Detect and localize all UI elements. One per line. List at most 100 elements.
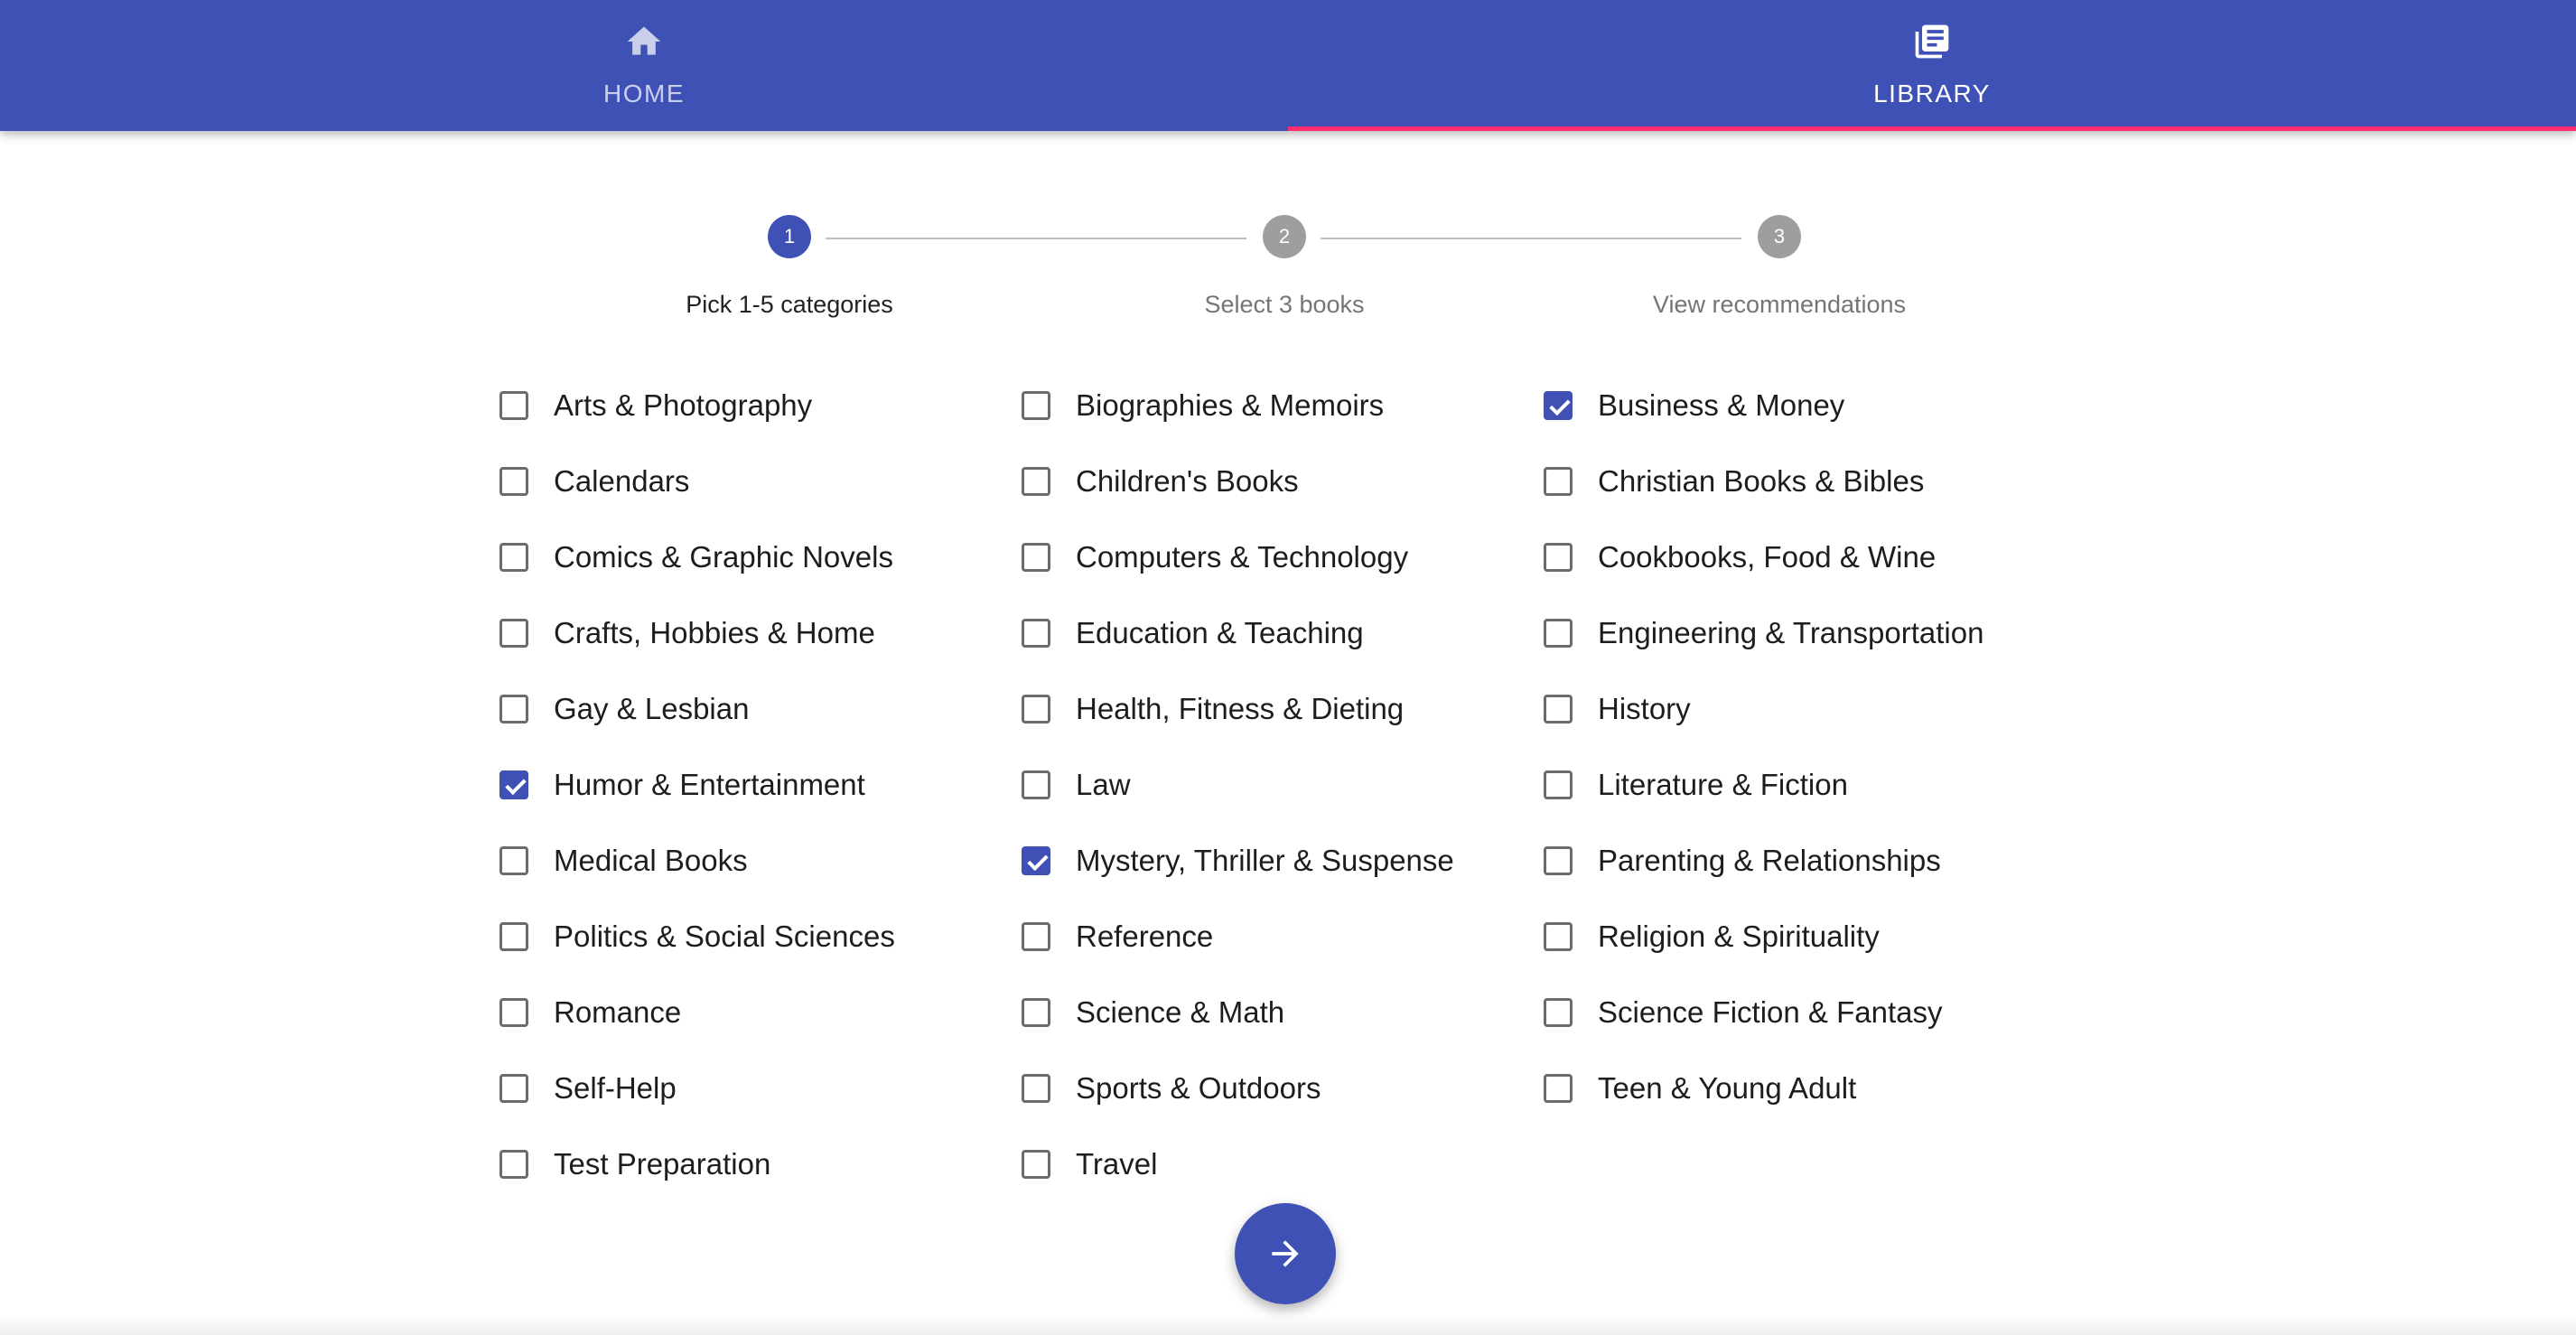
checkbox-unchecked-icon[interactable]: [499, 619, 528, 648]
category-checkbox[interactable]: Medical Books: [499, 834, 748, 888]
checkbox-unchecked-icon[interactable]: [1544, 1074, 1573, 1103]
category-checkbox[interactable]: Christian Books & Bibles: [1544, 454, 1924, 509]
category-label: Gay & Lesbian: [554, 692, 750, 725]
category-checkbox[interactable]: Education & Teaching: [1022, 606, 1364, 660]
checkbox-unchecked-icon[interactable]: [1544, 998, 1573, 1027]
checkbox-checked-icon[interactable]: [1544, 391, 1573, 420]
checkbox-unchecked-icon[interactable]: [1022, 1150, 1050, 1179]
category-label: Children's Books: [1076, 464, 1299, 498]
checkbox-unchecked-icon[interactable]: [1022, 1074, 1050, 1103]
category-label: Travel: [1076, 1147, 1158, 1181]
category-checkbox[interactable]: Teen & Young Adult: [1544, 1061, 1856, 1116]
category-label: Mystery, Thriller & Suspense: [1076, 844, 1454, 877]
category-label: Computers & Technology: [1076, 540, 1409, 574]
step-3-circle: 3: [1758, 215, 1801, 258]
category-label: Education & Teaching: [1076, 616, 1364, 649]
checkbox-unchecked-icon[interactable]: [1022, 998, 1050, 1027]
category-label: History: [1598, 692, 1691, 725]
checkbox-unchecked-icon[interactable]: [1544, 922, 1573, 951]
checkbox-unchecked-icon[interactable]: [1022, 467, 1050, 496]
category-label: Law: [1076, 768, 1131, 801]
category-checkbox[interactable]: Politics & Social Sciences: [499, 910, 895, 964]
category-label: Engineering & Transportation: [1598, 616, 1984, 649]
next-button[interactable]: [1235, 1203, 1336, 1304]
category-label: Romance: [554, 995, 682, 1029]
category-label: Medical Books: [554, 844, 748, 877]
category-checkbox[interactable]: Mystery, Thriller & Suspense: [1022, 834, 1454, 888]
checkbox-unchecked-icon[interactable]: [1022, 619, 1050, 648]
category-checkbox[interactable]: Science Fiction & Fantasy: [1544, 985, 1943, 1040]
category-checkbox[interactable]: Health, Fitness & Dieting: [1022, 682, 1404, 736]
checkbox-unchecked-icon[interactable]: [1022, 543, 1050, 572]
category-label: Health, Fitness & Dieting: [1076, 692, 1405, 725]
category-checkbox[interactable]: Comics & Graphic Novels: [499, 530, 893, 584]
category-checkbox[interactable]: Reference: [1022, 910, 1213, 964]
category-checkbox[interactable]: Parenting & Relationships: [1544, 834, 1941, 888]
category-checkbox[interactable]: Test Preparation: [499, 1137, 770, 1191]
category-checkbox[interactable]: History: [1544, 682, 1691, 736]
top-tab-bar: HOME LIBRARY: [0, 0, 2576, 131]
checkbox-unchecked-icon[interactable]: [1544, 846, 1573, 875]
category-checkbox[interactable]: Crafts, Hobbies & Home: [499, 606, 875, 660]
category-label: Business & Money: [1598, 388, 1845, 422]
category-label: Christian Books & Bibles: [1598, 464, 1925, 498]
category-label: Teen & Young Adult: [1598, 1071, 1857, 1105]
checkbox-unchecked-icon[interactable]: [1544, 467, 1573, 496]
checkbox-unchecked-icon[interactable]: [1544, 543, 1573, 572]
category-checkbox[interactable]: Religion & Spirituality: [1544, 910, 1880, 964]
checkbox-unchecked-icon[interactable]: [499, 467, 528, 496]
category-checkbox[interactable]: Calendars: [499, 454, 689, 509]
tab-home[interactable]: HOME: [0, 0, 1288, 131]
checkbox-unchecked-icon[interactable]: [499, 1074, 528, 1103]
checkbox-unchecked-icon[interactable]: [1022, 695, 1050, 724]
home-icon: [624, 22, 664, 61]
category-checkbox[interactable]: Business & Money: [1544, 378, 1844, 433]
step-connector: [826, 238, 1246, 239]
tab-home-label: HOME: [603, 79, 685, 107]
category-checkbox[interactable]: Humor & Entertainment: [499, 758, 865, 812]
category-label: Science & Math: [1076, 995, 1285, 1029]
checkbox-unchecked-icon[interactable]: [499, 543, 528, 572]
library-books-icon: [1912, 22, 1952, 61]
checkbox-unchecked-icon[interactable]: [499, 391, 528, 420]
category-label: Crafts, Hobbies & Home: [554, 616, 875, 649]
category-checkbox[interactable]: Travel: [1022, 1137, 1157, 1191]
category-checkbox[interactable]: Cookbooks, Food & Wine: [1544, 530, 1936, 584]
category-checkbox[interactable]: Arts & Photography: [499, 378, 812, 433]
category-label: Reference: [1076, 920, 1214, 953]
checkbox-unchecked-icon[interactable]: [1022, 391, 1050, 420]
category-checkbox[interactable]: Literature & Fiction: [1544, 758, 1848, 812]
checkbox-checked-icon[interactable]: [1022, 846, 1050, 875]
step-3-label: View recommendations: [1652, 291, 1907, 318]
checkbox-unchecked-icon[interactable]: [499, 998, 528, 1027]
step-2-label: Select 3 books: [1204, 291, 1365, 318]
category-label: Parenting & Relationships: [1598, 844, 1941, 877]
category-checkbox[interactable]: Gay & Lesbian: [499, 682, 749, 736]
checkbox-unchecked-icon[interactable]: [1544, 695, 1573, 724]
category-checkbox[interactable]: Science & Math: [1022, 985, 1284, 1040]
category-checkbox[interactable]: Law: [1022, 758, 1131, 812]
checkbox-unchecked-icon[interactable]: [499, 922, 528, 951]
category-checkbox[interactable]: Children's Books: [1022, 454, 1299, 509]
checkbox-checked-icon[interactable]: [499, 770, 528, 799]
category-checkbox[interactable]: Engineering & Transportation: [1544, 606, 1983, 660]
category-checkbox[interactable]: Self-Help: [499, 1061, 677, 1116]
category-label: Self-Help: [554, 1071, 677, 1105]
category-label: Cookbooks, Food & Wine: [1598, 540, 1937, 574]
checkbox-unchecked-icon[interactable]: [1544, 619, 1573, 648]
category-label: Science Fiction & Fantasy: [1598, 995, 1943, 1029]
checkbox-unchecked-icon[interactable]: [1022, 922, 1050, 951]
category-checkbox[interactable]: Romance: [499, 985, 681, 1040]
category-checkbox[interactable]: Biographies & Memoirs: [1022, 378, 1384, 433]
category-checkbox[interactable]: Sports & Outdoors: [1022, 1061, 1321, 1116]
category-label: Politics & Social Sciences: [554, 920, 895, 953]
checkbox-unchecked-icon[interactable]: [1022, 770, 1050, 799]
arrow-forward-icon: [1272, 1240, 1299, 1267]
tab-library[interactable]: LIBRARY: [1288, 0, 2576, 131]
step-1-label: Pick 1-5 categories: [686, 291, 893, 318]
checkbox-unchecked-icon[interactable]: [1544, 770, 1573, 799]
checkbox-unchecked-icon[interactable]: [499, 695, 528, 724]
checkbox-unchecked-icon[interactable]: [499, 1150, 528, 1179]
category-checkbox[interactable]: Computers & Technology: [1022, 530, 1408, 584]
checkbox-unchecked-icon[interactable]: [499, 846, 528, 875]
